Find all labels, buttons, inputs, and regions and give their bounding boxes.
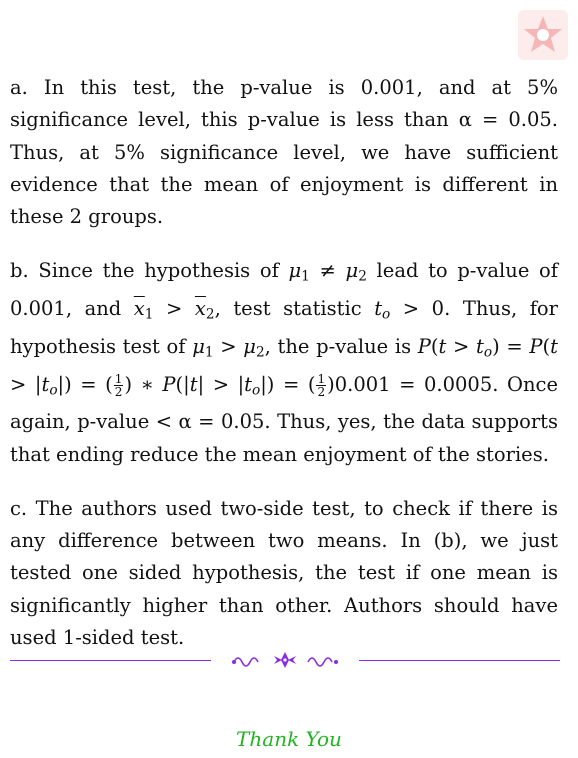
ornamental-divider bbox=[10, 650, 560, 670]
paragraph-a: a. In this test, the p-value is 0.001, a… bbox=[10, 76, 558, 229]
paragraph-c: c. The authors used two-side test, to ch… bbox=[10, 496, 558, 650]
thank-you-text: Thank You bbox=[236, 727, 342, 751]
answer-content: a. In this test, the p-value is 0.001, a… bbox=[10, 72, 558, 676]
paragraph-b: b. Since the hypothesis of μ1 ≠ μ2 lead … bbox=[10, 259, 559, 466]
ornament-icon bbox=[232, 652, 338, 668]
divider-line-left bbox=[10, 660, 211, 661]
divider-line-right bbox=[359, 660, 560, 661]
logo-icon bbox=[518, 10, 568, 60]
